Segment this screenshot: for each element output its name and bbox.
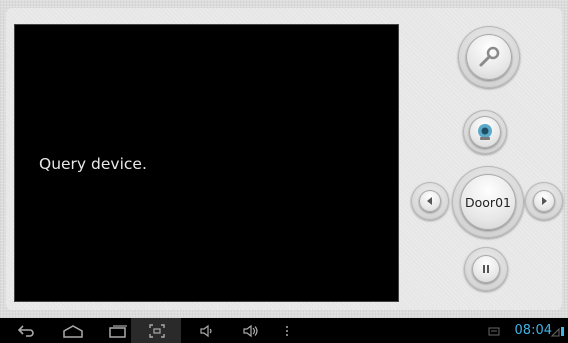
battery-icon	[551, 326, 564, 336]
screenshot-button[interactable]	[145, 318, 169, 343]
volume-up-icon	[243, 324, 258, 337]
volume-down-button[interactable]	[196, 318, 218, 343]
arrow-right-icon	[542, 197, 547, 205]
volume-up-button[interactable]	[240, 318, 262, 343]
menu-button[interactable]	[280, 318, 294, 343]
home-button[interactable]	[60, 318, 86, 343]
home-icon	[63, 324, 83, 338]
volume-down-icon	[200, 324, 212, 337]
previous-door-button[interactable]	[411, 182, 449, 220]
back-button[interactable]	[14, 318, 38, 343]
camera-icon	[478, 124, 492, 140]
video-status-text: Query device.	[39, 155, 147, 173]
menu-icon	[286, 325, 288, 336]
screenshot-icon	[149, 323, 165, 338]
notification-icon-area[interactable]	[486, 318, 502, 343]
unlock-button[interactable]	[458, 26, 520, 88]
recent-apps-button[interactable]	[106, 318, 130, 343]
back-icon	[17, 324, 34, 337]
camera-button[interactable]	[463, 110, 507, 154]
notification-icon	[488, 327, 500, 335]
video-view: Query device.	[14, 24, 399, 302]
pause-button[interactable]	[464, 247, 508, 291]
door-button[interactable]: Door01	[452, 166, 524, 238]
signal-battery-area	[550, 318, 566, 343]
key-icon	[479, 46, 500, 67]
door-label: Door01	[465, 194, 511, 210]
recent-apps-icon	[109, 324, 127, 338]
status-clock[interactable]: 08:04	[515, 318, 552, 343]
next-door-button[interactable]	[525, 182, 563, 220]
pause-icon	[483, 265, 489, 273]
arrow-left-icon	[427, 197, 432, 205]
